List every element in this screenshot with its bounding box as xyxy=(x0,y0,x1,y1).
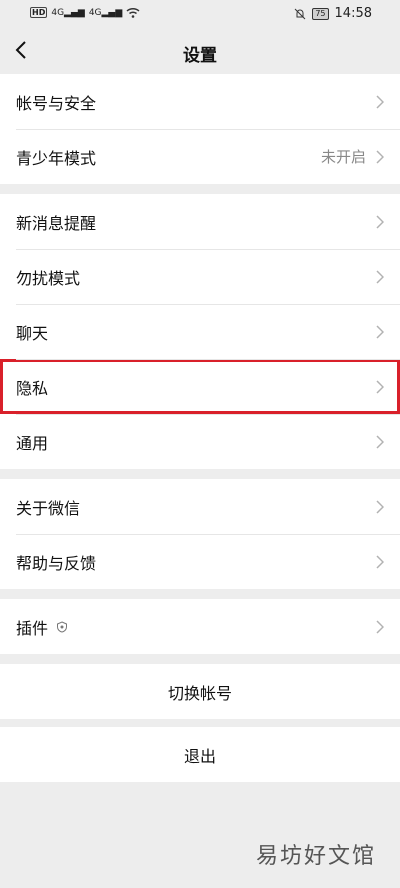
chevron-right-icon xyxy=(376,269,384,284)
row-label: 插件 xyxy=(16,618,49,638)
row-label: 新消息提醒 xyxy=(16,213,97,233)
network-type-label: 4G xyxy=(51,7,65,18)
row-label: 关于微信 xyxy=(16,498,81,518)
row-label: 聊天 xyxy=(16,323,49,343)
row-do-not-disturb[interactable]: 勿扰模式 xyxy=(0,249,400,304)
settings-group-plugins: 插件 xyxy=(0,599,400,654)
chevron-right-icon xyxy=(376,619,384,634)
page-title: 设置 xyxy=(183,46,217,66)
signal-icon: 4G▂▄▆ xyxy=(51,7,85,18)
battery-icon: 75 xyxy=(312,7,329,20)
clock: 14:58 xyxy=(334,6,372,21)
chevron-right-icon xyxy=(376,499,384,514)
row-label: 隐私 xyxy=(16,378,49,398)
mute-bell-icon xyxy=(294,8,306,19)
row-chat[interactable]: 聊天 xyxy=(0,304,400,359)
row-plugins[interactable]: 插件 xyxy=(0,599,400,654)
row-new-message-alerts[interactable]: 新消息提醒 xyxy=(0,194,400,249)
row-privacy[interactable]: 隐私 xyxy=(0,359,400,414)
watermark: 易坊好文馆 xyxy=(255,844,376,869)
row-label: 帮助与反馈 xyxy=(16,553,97,573)
row-label: 通用 xyxy=(16,433,49,453)
switch-account-button[interactable]: 切换帐号 xyxy=(0,664,400,719)
plugin-shield-icon xyxy=(57,620,68,633)
hd-badge: HD xyxy=(30,7,48,18)
row-help-feedback[interactable]: 帮助与反馈 xyxy=(0,534,400,589)
row-value: 未开启 xyxy=(320,148,366,166)
chevron-right-icon xyxy=(376,94,384,109)
settings-group-account: 帐号与安全 青少年模式 未开启 xyxy=(0,74,400,184)
settings-group-about: 关于微信 帮助与反馈 xyxy=(0,479,400,589)
status-bar: HD 4G▂▄▆ 4G▂▄▆ 75 14:58 xyxy=(0,0,400,28)
row-teen-mode[interactable]: 青少年模式 未开启 xyxy=(0,129,400,184)
signal-icon: 4G▂▄▆ xyxy=(88,7,123,18)
row-label: 勿扰模式 xyxy=(16,268,81,288)
row-account-security[interactable]: 帐号与安全 xyxy=(0,74,400,129)
row-general[interactable]: 通用 xyxy=(0,414,400,469)
row-label: 青少年模式 xyxy=(16,148,97,168)
logout-button[interactable]: 退出 xyxy=(0,727,400,782)
row-about-wechat[interactable]: 关于微信 xyxy=(0,479,400,534)
network-type-label: 4G xyxy=(88,7,102,18)
wifi-icon xyxy=(126,7,140,18)
chevron-right-icon xyxy=(376,379,384,394)
chevron-right-icon xyxy=(376,434,384,449)
chevron-right-icon xyxy=(376,149,384,164)
settings-group-general: 新消息提醒 勿扰模式 聊天 隐私 通用 xyxy=(0,194,400,469)
chevron-right-icon xyxy=(376,554,384,569)
chevron-right-icon xyxy=(376,324,384,339)
nav-bar: 设置 xyxy=(0,28,400,74)
chevron-right-icon xyxy=(376,214,384,229)
row-label: 帐号与安全 xyxy=(16,93,97,113)
